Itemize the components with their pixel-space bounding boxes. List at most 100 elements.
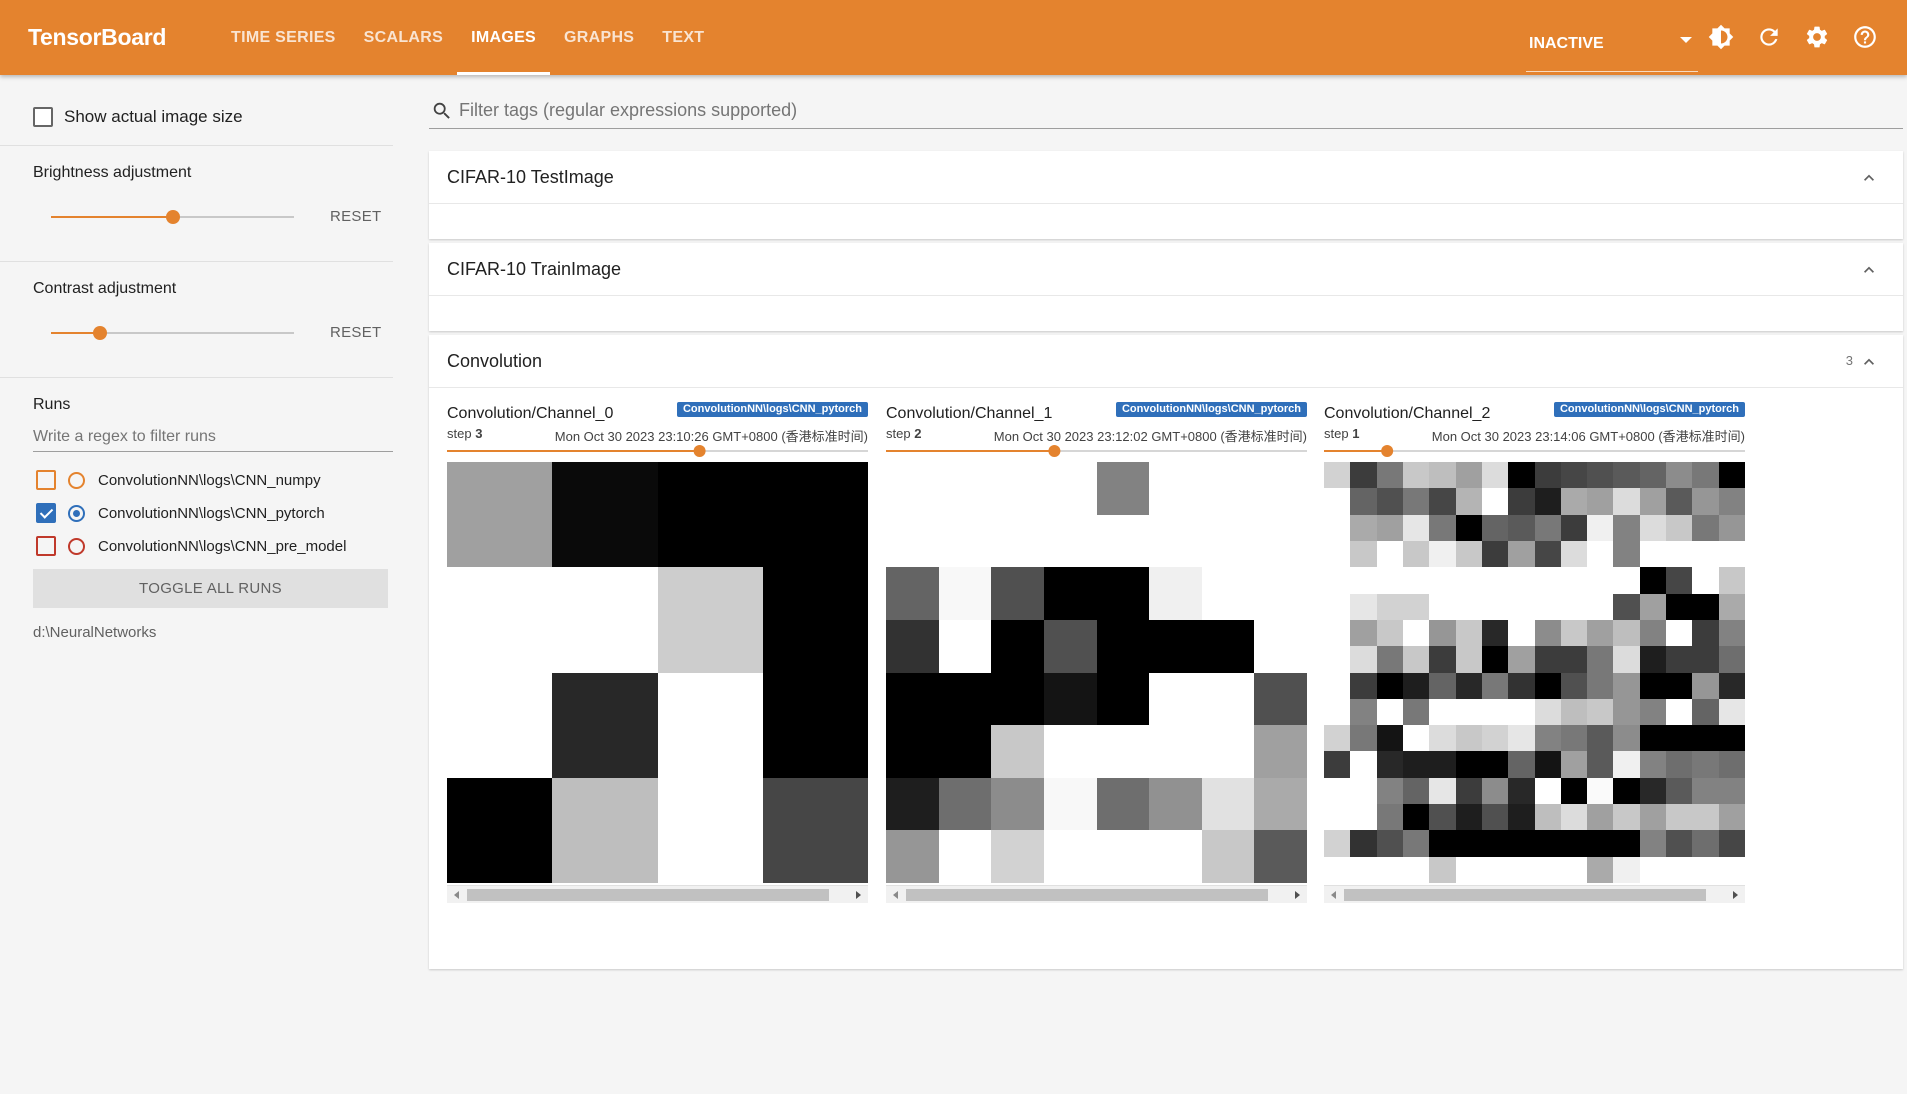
image-pixel bbox=[1508, 514, 1535, 541]
run-color-radio[interactable] bbox=[68, 504, 85, 522]
help-icon[interactable] bbox=[1848, 20, 1882, 54]
image-pixel bbox=[1613, 593, 1640, 620]
run-checkbox[interactable] bbox=[36, 536, 56, 556]
group-header[interactable]: Convolution 3 bbox=[429, 335, 1903, 388]
scroll-right-icon[interactable] bbox=[1733, 891, 1738, 899]
image-pixel bbox=[1350, 751, 1377, 778]
step-label: step bbox=[1324, 426, 1349, 441]
scroll-thumb[interactable] bbox=[906, 889, 1268, 901]
scroll-right-icon[interactable] bbox=[856, 891, 861, 899]
step-slider-thumb[interactable] bbox=[1381, 445, 1394, 457]
image-pixel bbox=[991, 777, 1044, 831]
run-item-cnn-pytorch[interactable]: ConvolutionNN\logs\CNN_pytorch bbox=[36, 500, 325, 526]
horizontal-scrollbar[interactable] bbox=[447, 885, 868, 903]
tab-graphs[interactable]: GRAPHS bbox=[550, 0, 648, 75]
brightness-reset-button[interactable]: RESET bbox=[330, 208, 382, 225]
image-pixel bbox=[938, 830, 992, 883]
image-pixel bbox=[1376, 462, 1403, 489]
image-pixel bbox=[1481, 856, 1509, 883]
runs-filter-input[interactable] bbox=[33, 422, 393, 452]
settings-icon[interactable] bbox=[1800, 20, 1834, 54]
image-pixel bbox=[991, 672, 1044, 726]
step-value: 1 bbox=[1352, 426, 1360, 441]
run-item-cnn-pre-model[interactable]: ConvolutionNN\logs\CNN_pre_model bbox=[36, 533, 346, 559]
image-pixel bbox=[1350, 830, 1377, 857]
image-pixel bbox=[1350, 488, 1377, 515]
image-pixel bbox=[1149, 514, 1202, 568]
image-pixel bbox=[1666, 777, 1693, 805]
show-actual-size-checkbox[interactable] bbox=[33, 107, 53, 127]
image-pixel bbox=[1376, 777, 1403, 805]
image-pixel bbox=[552, 462, 658, 568]
scroll-left-icon[interactable] bbox=[893, 891, 898, 899]
tab-text[interactable]: TEXT bbox=[648, 0, 718, 75]
brightness-slider-thumb[interactable] bbox=[165, 210, 180, 224]
step-slider[interactable] bbox=[1324, 445, 1745, 457]
image-pixel bbox=[1508, 619, 1535, 647]
tag-filter-input[interactable] bbox=[459, 100, 1859, 121]
image-pixel bbox=[1692, 462, 1719, 489]
scroll-thumb[interactable] bbox=[467, 889, 829, 901]
image-pixel bbox=[447, 567, 553, 673]
chevron-up-icon[interactable] bbox=[1859, 168, 1879, 188]
run-chip: ConvolutionNN\logs\CNN_pytorch bbox=[1553, 402, 1745, 417]
scroll-left-icon[interactable] bbox=[454, 891, 459, 899]
image-pixel bbox=[1096, 725, 1150, 778]
chevron-up-icon[interactable] bbox=[1859, 260, 1879, 280]
tab-time-series[interactable]: TIME SERIES bbox=[217, 0, 350, 75]
contrast-slider-thumb[interactable] bbox=[92, 326, 107, 340]
image-pixel bbox=[1429, 514, 1456, 541]
search-icon bbox=[433, 102, 450, 119]
run-color-radio[interactable] bbox=[68, 537, 85, 555]
image-pixel bbox=[1718, 725, 1745, 752]
run-item-cnn-numpy[interactable]: ConvolutionNN\logs\CNN_numpy bbox=[36, 467, 321, 493]
image-pixel bbox=[1587, 804, 1614, 831]
image-pixel bbox=[1534, 672, 1561, 699]
image-pixel bbox=[1254, 725, 1307, 778]
scroll-thumb[interactable] bbox=[1344, 889, 1706, 901]
refresh-icon[interactable] bbox=[1752, 20, 1786, 54]
tab-scalars[interactable]: SCALARS bbox=[350, 0, 457, 75]
group-header[interactable]: CIFAR-10 TestImage bbox=[429, 151, 1903, 204]
image-pixel bbox=[1560, 593, 1588, 620]
step-slider[interactable] bbox=[886, 445, 1307, 457]
image-pixel bbox=[1402, 856, 1430, 883]
image-pixel bbox=[991, 462, 1044, 515]
horizontal-scrollbar[interactable] bbox=[886, 885, 1307, 903]
image-pixel bbox=[1666, 698, 1693, 726]
image-pixel bbox=[1324, 751, 1351, 778]
horizontal-scrollbar[interactable] bbox=[1324, 885, 1745, 903]
image-pixel bbox=[938, 725, 992, 778]
plugin-status-select[interactable]: INACTIVE bbox=[1526, 17, 1698, 72]
step-slider-thumb[interactable] bbox=[693, 445, 706, 457]
scroll-right-icon[interactable] bbox=[1295, 891, 1300, 899]
show-actual-size-label[interactable]: Show actual image size bbox=[64, 107, 243, 127]
image-pixel bbox=[1455, 488, 1482, 515]
image-pixel bbox=[1481, 567, 1509, 594]
image-pixel bbox=[938, 514, 992, 568]
group-header[interactable]: CIFAR-10 TrainImage bbox=[429, 243, 1903, 296]
run-checkbox[interactable] bbox=[36, 470, 56, 490]
image-pixel bbox=[1402, 672, 1430, 699]
step-slider[interactable] bbox=[447, 445, 868, 457]
image-pixel bbox=[1718, 540, 1745, 568]
contrast-reset-button[interactable]: RESET bbox=[330, 324, 382, 341]
chevron-up-icon[interactable] bbox=[1859, 352, 1879, 372]
brightness-icon[interactable] bbox=[1704, 20, 1738, 54]
image-pixel bbox=[1587, 856, 1614, 883]
image-pixel bbox=[1455, 698, 1482, 726]
run-color-radio[interactable] bbox=[68, 471, 85, 489]
image-pixel bbox=[1587, 777, 1614, 805]
run-checkbox[interactable] bbox=[36, 503, 56, 523]
tag-filter-bar[interactable] bbox=[429, 93, 1903, 129]
group-title: CIFAR-10 TestImage bbox=[447, 166, 614, 187]
step-slider-thumb[interactable] bbox=[1048, 445, 1061, 457]
scroll-left-icon[interactable] bbox=[1331, 891, 1336, 899]
image-pixel bbox=[1481, 514, 1509, 541]
image-pixel bbox=[1613, 804, 1640, 831]
app-brand[interactable]: TensorBoard bbox=[28, 24, 217, 51]
toggle-all-runs-button[interactable]: TOGGLE ALL RUNS bbox=[33, 569, 388, 608]
sidebar: Show actual image size Brightness adjust… bbox=[0, 75, 393, 1094]
image-pixel bbox=[1560, 488, 1588, 515]
tab-images[interactable]: IMAGES bbox=[457, 0, 550, 75]
